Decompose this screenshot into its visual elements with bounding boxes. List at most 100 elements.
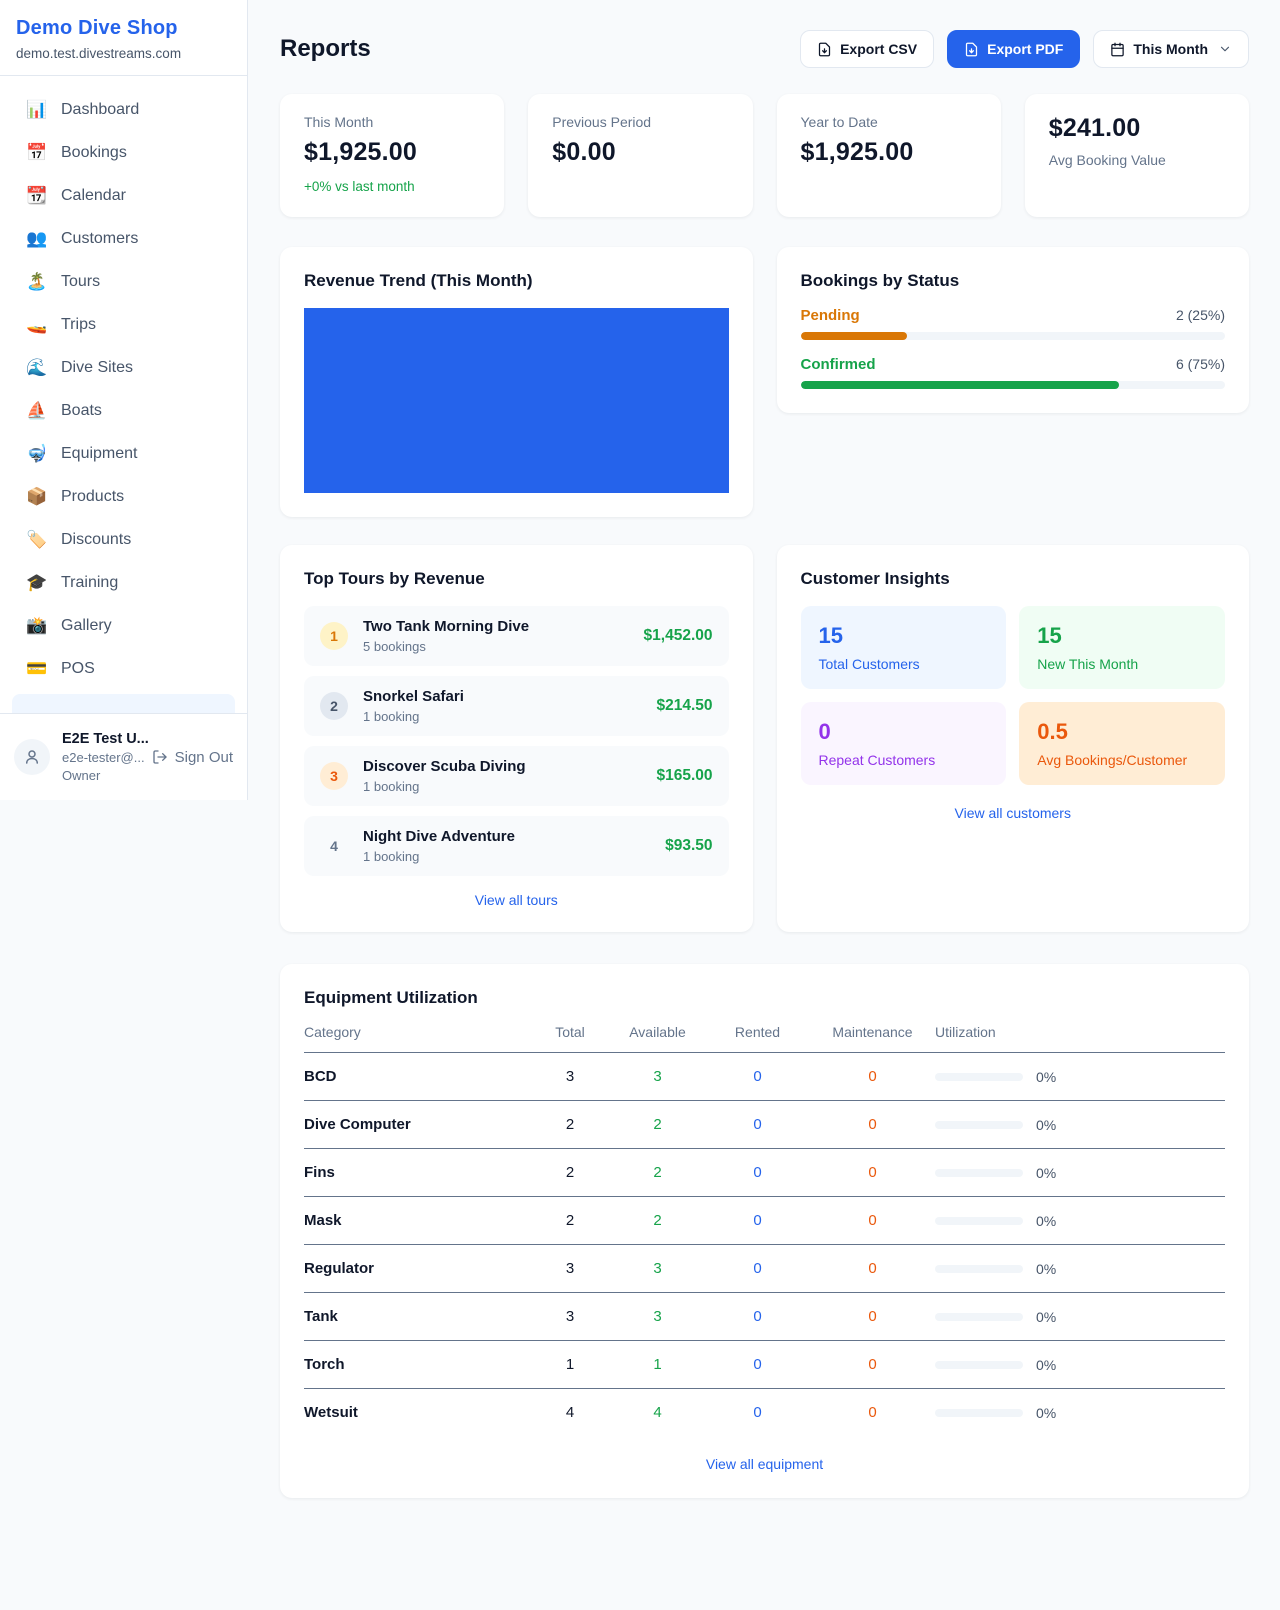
stat-card-year-to-date: Year to Date $1,925.00 [777, 94, 1001, 217]
utilization-track [935, 1169, 1023, 1177]
cell-utilization: 0% [935, 1261, 1225, 1277]
tear-off-calendar-icon: 📆 [26, 186, 46, 206]
export-pdf-button[interactable]: Export PDF [947, 30, 1080, 68]
cell-available: 3 [610, 1260, 705, 1277]
utilization-percent: 0% [1036, 1309, 1056, 1325]
tile-total-customers: 15 Total Customers [801, 606, 1007, 689]
cell-maintenance: 0 [810, 1212, 935, 1229]
sidebar-item-bookings[interactable]: 📅 Bookings [12, 135, 235, 171]
tour-name: Two Tank Morning Dive [363, 618, 529, 635]
progress-fill [801, 381, 1119, 389]
revenue-trend-chart [304, 308, 729, 493]
tour-revenue: $93.50 [665, 837, 712, 855]
sidebar-item-boats[interactable]: ⛵ Boats [12, 393, 235, 429]
tag-icon: 🏷️ [26, 530, 46, 550]
file-download-icon [817, 42, 832, 57]
tour-name: Discover Scuba Diving [363, 758, 526, 775]
cell-total: 3 [530, 1260, 610, 1277]
cell-category: Torch [304, 1356, 530, 1373]
status-row-confirmed: Confirmed 6 (75%) [801, 356, 1226, 389]
stat-delta: +0% vs last month [304, 179, 480, 194]
sidebar-item-calendar[interactable]: 📆 Calendar [12, 178, 235, 214]
cell-total: 1 [530, 1356, 610, 1373]
sidebar-item-equipment[interactable]: 🤿 Equipment [12, 436, 235, 472]
cell-total: 2 [530, 1212, 610, 1229]
tile-label: Total Customers [819, 656, 989, 672]
sidebar-item-products[interactable]: 📦 Products [12, 479, 235, 515]
col-utilization: Utilization [935, 1024, 1225, 1040]
sidebar-item-label: Dashboard [61, 101, 139, 119]
stat-card-previous-period: Previous Period $0.00 [528, 94, 752, 217]
main-content: Reports Export CSV Export PDF This Month… [248, 0, 1280, 1498]
sidebar-user-footer: E2E Test U... e2e-tester@... Owner Sign … [0, 713, 247, 800]
utilization-percent: 0% [1036, 1069, 1056, 1085]
tour-row: 3 Discover Scuba Diving 1 booking $165.0… [304, 746, 729, 806]
top-tours-title: Top Tours by Revenue [304, 569, 729, 589]
cell-rented: 0 [705, 1068, 810, 1085]
tile-label: Avg Bookings/Customer [1037, 752, 1207, 768]
sidebar-item-label: Training [61, 574, 118, 592]
cell-total: 2 [530, 1116, 610, 1133]
export-csv-button[interactable]: Export CSV [800, 30, 934, 68]
sidebar-item-dive-sites[interactable]: 🌊 Dive Sites [12, 350, 235, 386]
cell-available: 2 [610, 1116, 705, 1133]
tile-value: 15 [819, 623, 989, 649]
tile-value: 0 [819, 719, 989, 745]
cell-available: 2 [610, 1164, 705, 1181]
sidebar-item-pos[interactable]: 💳 POS [12, 651, 235, 687]
sidebar-item-discounts[interactable]: 🏷️ Discounts [12, 522, 235, 558]
cell-category: Mask [304, 1212, 530, 1229]
equipment-utilization-card: Equipment Utilization Category Total Ava… [280, 964, 1249, 1498]
col-rented: Rented [705, 1024, 810, 1040]
rank-badge: 3 [320, 762, 348, 790]
sidebar-item-label: Trips [61, 316, 96, 334]
tour-name: Snorkel Safari [363, 688, 464, 705]
table-row: Torch 1 1 0 0 0% [304, 1341, 1225, 1389]
credit-card-icon: 💳 [26, 659, 46, 679]
utilization-percent: 0% [1036, 1165, 1056, 1181]
tile-label: New This Month [1037, 656, 1207, 672]
status-count: 6 (75%) [1176, 356, 1225, 372]
status-label: Confirmed [801, 356, 876, 373]
sign-out-button[interactable]: Sign Out [152, 749, 233, 766]
cell-rented: 0 [705, 1308, 810, 1325]
cell-category: BCD [304, 1068, 530, 1085]
tour-bookings: 5 bookings [363, 639, 529, 654]
stat-card-avg-booking-value: $241.00 Avg Booking Value [1025, 94, 1249, 217]
progress-fill [801, 332, 907, 340]
sidebar-item-dashboard[interactable]: 📊 Dashboard [12, 92, 235, 128]
tour-name: Night Dive Adventure [363, 828, 515, 845]
tour-row: 1 Two Tank Morning Dive 5 bookings $1,45… [304, 606, 729, 666]
view-all-customers-link[interactable]: View all customers [801, 805, 1226, 821]
period-dropdown[interactable]: This Month [1093, 30, 1249, 68]
sidebar-item-reports-active[interactable] [12, 694, 235, 713]
sidebar-item-tours[interactable]: 🏝️ Tours [12, 264, 235, 300]
cell-total: 2 [530, 1164, 610, 1181]
island-icon: 🏝️ [26, 272, 46, 292]
sidebar-item-label: Tours [61, 273, 100, 291]
user-name: E2E Test U... [62, 730, 140, 750]
sidebar-item-trips[interactable]: 🚤 Trips [12, 307, 235, 343]
utilization-track [935, 1121, 1023, 1129]
cell-available: 1 [610, 1356, 705, 1373]
view-all-tours-link[interactable]: View all tours [304, 892, 729, 908]
tile-label: Repeat Customers [819, 752, 989, 768]
sidebar-item-training[interactable]: 🎓 Training [12, 565, 235, 601]
table-row: Regulator 3 3 0 0 0% [304, 1245, 1225, 1293]
tour-row: 4 Night Dive Adventure 1 booking $93.50 [304, 816, 729, 876]
sidebar-item-gallery[interactable]: 📸 Gallery [12, 608, 235, 644]
cell-utilization: 0% [935, 1117, 1225, 1133]
sidebar-item-label: Boats [61, 402, 102, 420]
tile-new-this-month: 15 New This Month [1019, 606, 1225, 689]
chevron-down-icon [1218, 42, 1232, 56]
stat-cards: This Month $1,925.00 +0% vs last month P… [280, 94, 1249, 217]
diving-mask-icon: 🤿 [26, 444, 46, 464]
sidebar-item-label: Equipment [61, 445, 138, 463]
sidebar-item-customers[interactable]: 👥 Customers [12, 221, 235, 257]
bookings-by-status-card: Bookings by Status Pending 2 (25%) Confi… [777, 247, 1250, 413]
status-row-pending: Pending 2 (25%) [801, 307, 1226, 340]
stat-label: Year to Date [801, 114, 977, 130]
col-total: Total [530, 1024, 610, 1040]
view-all-equipment-link[interactable]: View all equipment [304, 1456, 1225, 1472]
cell-utilization: 0% [935, 1405, 1225, 1421]
